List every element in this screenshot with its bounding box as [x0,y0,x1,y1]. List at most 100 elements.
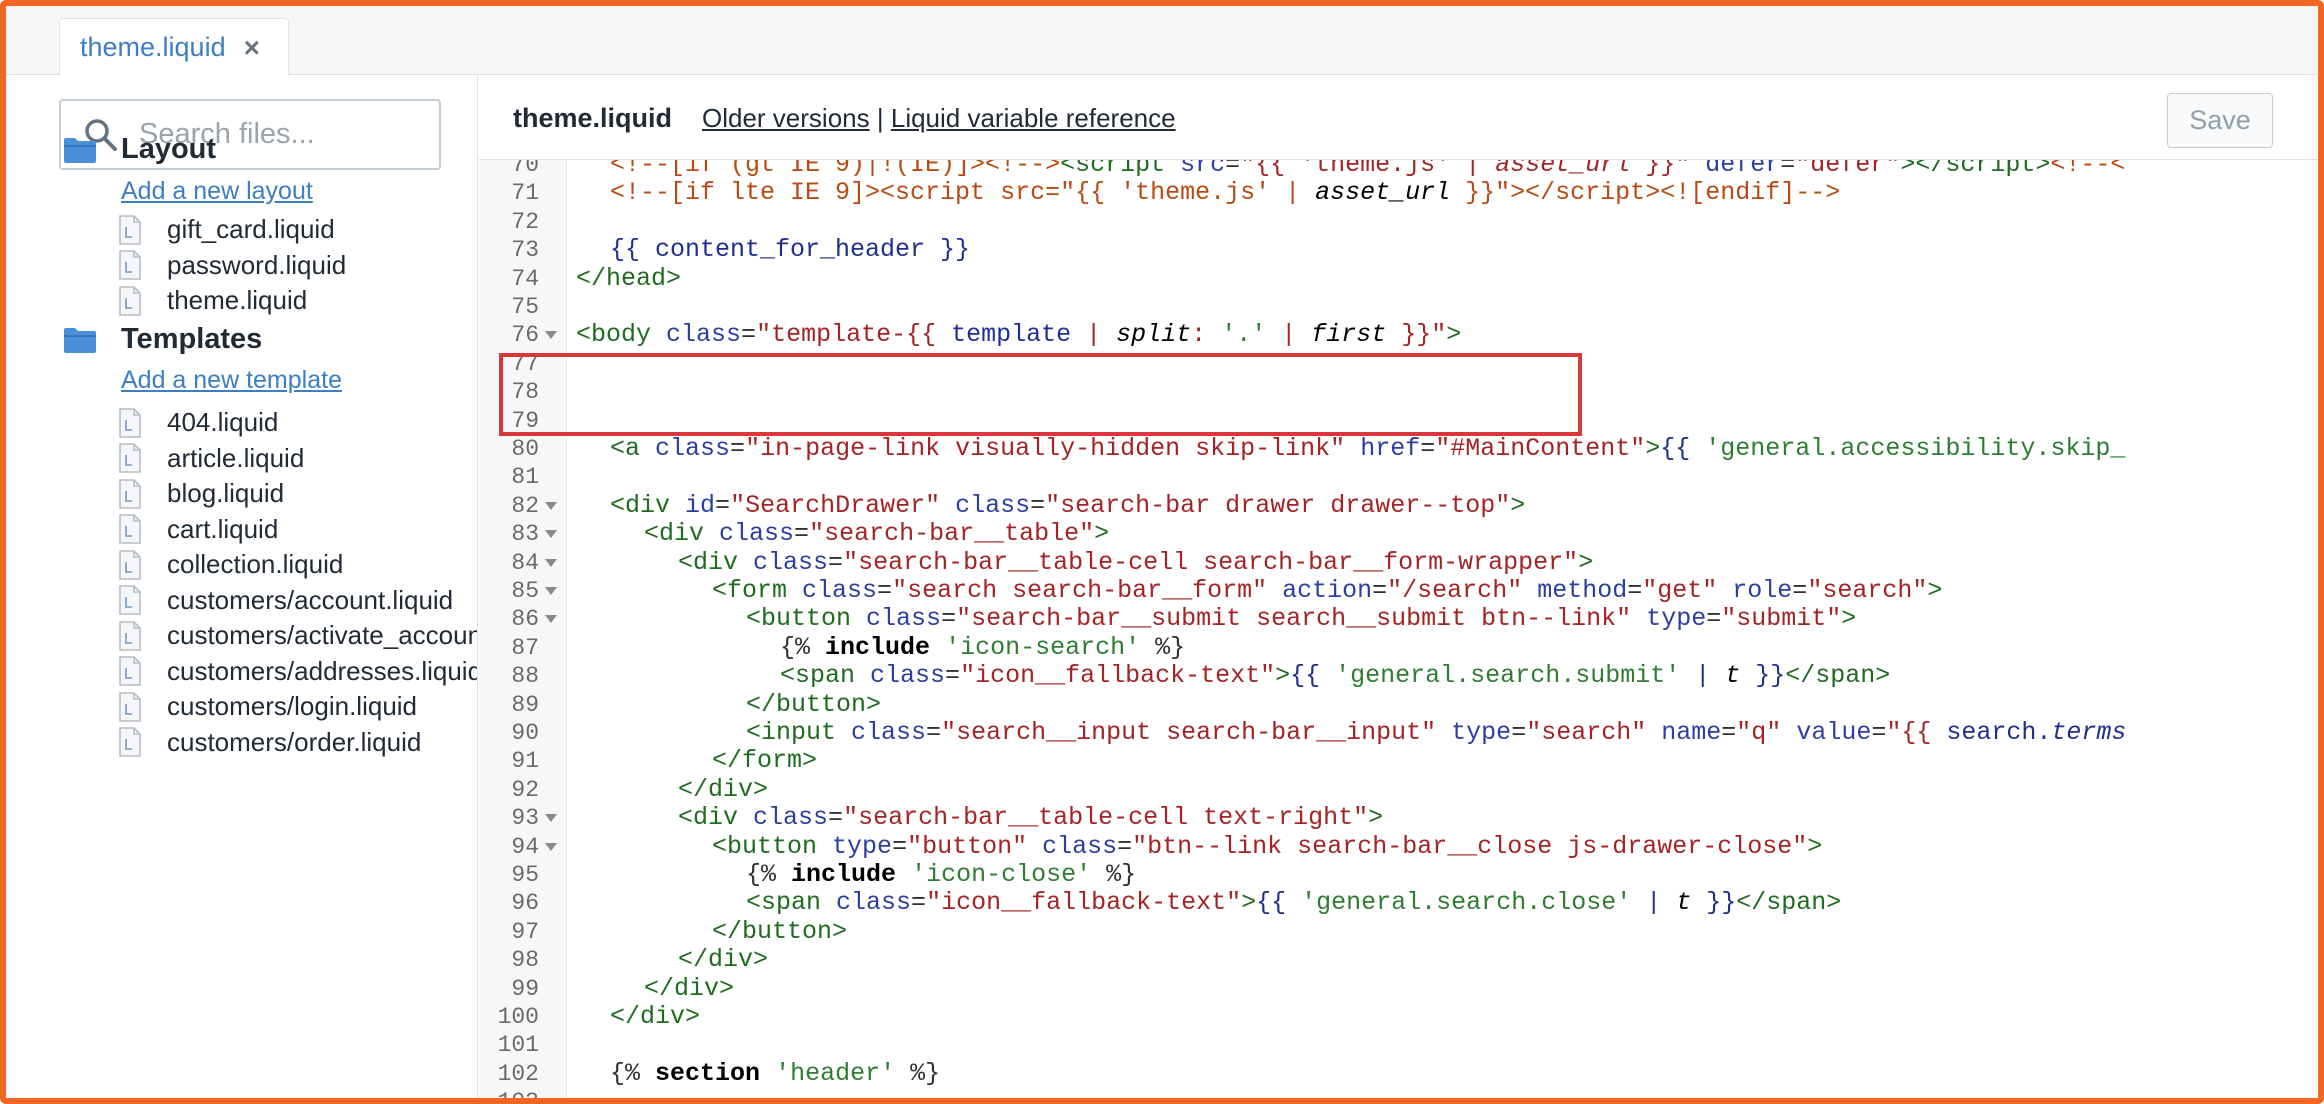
add-layout-link[interactable]: Add a new layout [121,177,313,206]
file-item[interactable]: blog.liquid [118,478,284,509]
code-text: <!--[if (gt IE 9)|!(IE)]><!--><script sr… [610,160,2126,179]
file-item[interactable]: gift_card.liquid [118,214,335,245]
code-line: 71 <!--[if lte IE 9]><script src="{{ 'the… [479,179,2318,207]
fold-arrow-icon[interactable] [545,331,557,340]
code-line: 96 <span class="icon__fallback-text">{{ '… [479,888,2318,917]
tab-theme-liquid[interactable]: theme.liquid × [59,18,289,76]
file-item[interactable]: theme.liquid [118,285,307,316]
fold-arrow-icon[interactable] [545,814,557,823]
file-item[interactable]: 404.liquid [118,407,278,438]
file-item[interactable]: customers/activate_account.liquid [118,620,477,651]
line-number: 81 [511,464,539,491]
code-line: 72 [479,208,2318,236]
code-line: 90 <input class="search__input search-bar… [479,718,2318,747]
line-number: 71 [511,180,539,207]
code-line: 99 </div> [479,974,2318,1003]
file-name: theme.liquid [167,285,308,315]
code-line: 103 [479,1088,2318,1098]
file-icon [119,443,141,473]
code-text: </button> [712,916,848,946]
file-icon [119,514,141,544]
file-name: article.liquid [167,442,305,473]
file-item[interactable]: customers/addresses.liquid [118,655,478,687]
line-number: 75 [511,294,539,320]
code-line: 70 <!--[if (gt IE 9)|!(IE)]><!--><script … [479,160,2318,179]
code-text: {% include 'icon-search' %} [780,632,1186,662]
file-item[interactable]: password.liquid [118,250,346,281]
line-number: 98 [511,947,539,974]
file-item[interactable]: customers/account.liquid [118,585,453,616]
code-text: <input class="search__input search-bar__… [746,718,2127,747]
file-name: collection.liquid [167,549,344,579]
liquid-reference-link[interactable]: Liquid variable reference [891,103,1176,133]
line-number: 101 [497,1032,539,1059]
file-item[interactable]: customers/order.liquid [118,727,421,758]
line-number: 92 [511,776,539,803]
code-text: <div class="search-bar__table"> [644,519,1110,549]
line-number: 93 [511,805,539,832]
file-icon [119,691,141,722]
line-number: 94 [511,833,539,860]
folder-icon [64,137,96,163]
code-line: 76 <body class="template-{{ template | sp… [479,320,2318,350]
code-line: 75 [479,293,2318,321]
line-number: 90 [511,720,539,746]
tab-strip: theme.liquid × [6,6,2318,76]
code-text: <a class="in-page-link visually-hidden s… [610,434,2126,463]
editor-header: theme.liquid Older versions | Liquid var… [479,75,2318,160]
code-text: </head> [576,263,682,293]
code-line: 102 {% section 'header' %} [479,1059,2318,1088]
file-icon [119,656,141,686]
close-icon[interactable]: × [244,32,260,64]
code-text: <body class="template-{{ template | spli… [576,320,1462,350]
line-number: 88 [511,663,539,690]
code-editor[interactable]: 70 <!--[if (gt IE 9)|!(IE)]><!--><script … [479,160,2318,1098]
fold-arrow-icon[interactable] [545,615,557,624]
code-text: {% include 'icon-close' %} [746,860,1137,889]
file-icon [119,620,141,651]
fold-arrow-icon[interactable] [545,842,557,851]
line-number: 95 [511,862,539,888]
section-layout: Layout [63,133,216,166]
code-text: {{ content_for_header }} [610,235,971,265]
file-icon [119,250,141,280]
file-item[interactable]: collection.liquid [118,549,343,580]
file-sidebar: Layout Add a new layout gift_card.liquid… [6,75,478,1098]
line-number: 80 [511,436,539,462]
file-item[interactable]: cart.liquid [118,514,278,545]
save-button[interactable]: Save [2167,93,2273,148]
add-template-link[interactable]: Add a new template [121,366,342,395]
file-name: 404.liquid [167,407,279,437]
fold-arrow-icon[interactable] [545,501,557,510]
file-name: gift_card.liquid [167,214,335,244]
older-versions-link[interactable]: Older versions [702,103,870,133]
file-name: customers/account.liquid [167,584,454,615]
file-item[interactable]: customers/login.liquid [118,691,417,722]
code-text: <button class="search-bar__submit search… [746,604,1857,634]
file-icon [119,285,141,316]
code-line: 89 </button> [479,690,2318,719]
line-number: 102 [497,1060,539,1087]
line-number: 89 [511,691,539,718]
code-text: <form class="search search-bar__form" ac… [712,576,1943,605]
code-line: 95 {% include 'icon-close' %} [479,860,2318,889]
file-name: cart.liquid [167,513,279,544]
code-text: <div class="search-bar__table-cell searc… [678,547,1594,577]
code-line: 83 <div class="search-bar__table"> [479,519,2318,549]
code-text: <button type="button" class="btn--link s… [712,831,1823,861]
file-icon [119,585,141,615]
code-text: <div id="SearchDrawer" class="search-bar… [610,490,1526,520]
fold-arrow-icon[interactable] [545,587,557,595]
file-name: customers/addresses.liquid [167,655,478,686]
code-line: 101 [479,1031,2318,1059]
code-line: 97 </button> [479,916,2318,946]
folder-icon [64,327,96,353]
fold-arrow-icon[interactable] [545,530,557,539]
code-line: 84 <div class="search-bar__table-cell sea… [479,547,2318,577]
code-text: </div> [678,945,769,975]
file-item[interactable]: article.liquid [118,443,304,474]
line-number: 97 [511,918,539,945]
line-number: 76 [511,322,539,349]
line-number: 103 [479,1088,539,1098]
fold-arrow-icon[interactable] [545,558,557,567]
